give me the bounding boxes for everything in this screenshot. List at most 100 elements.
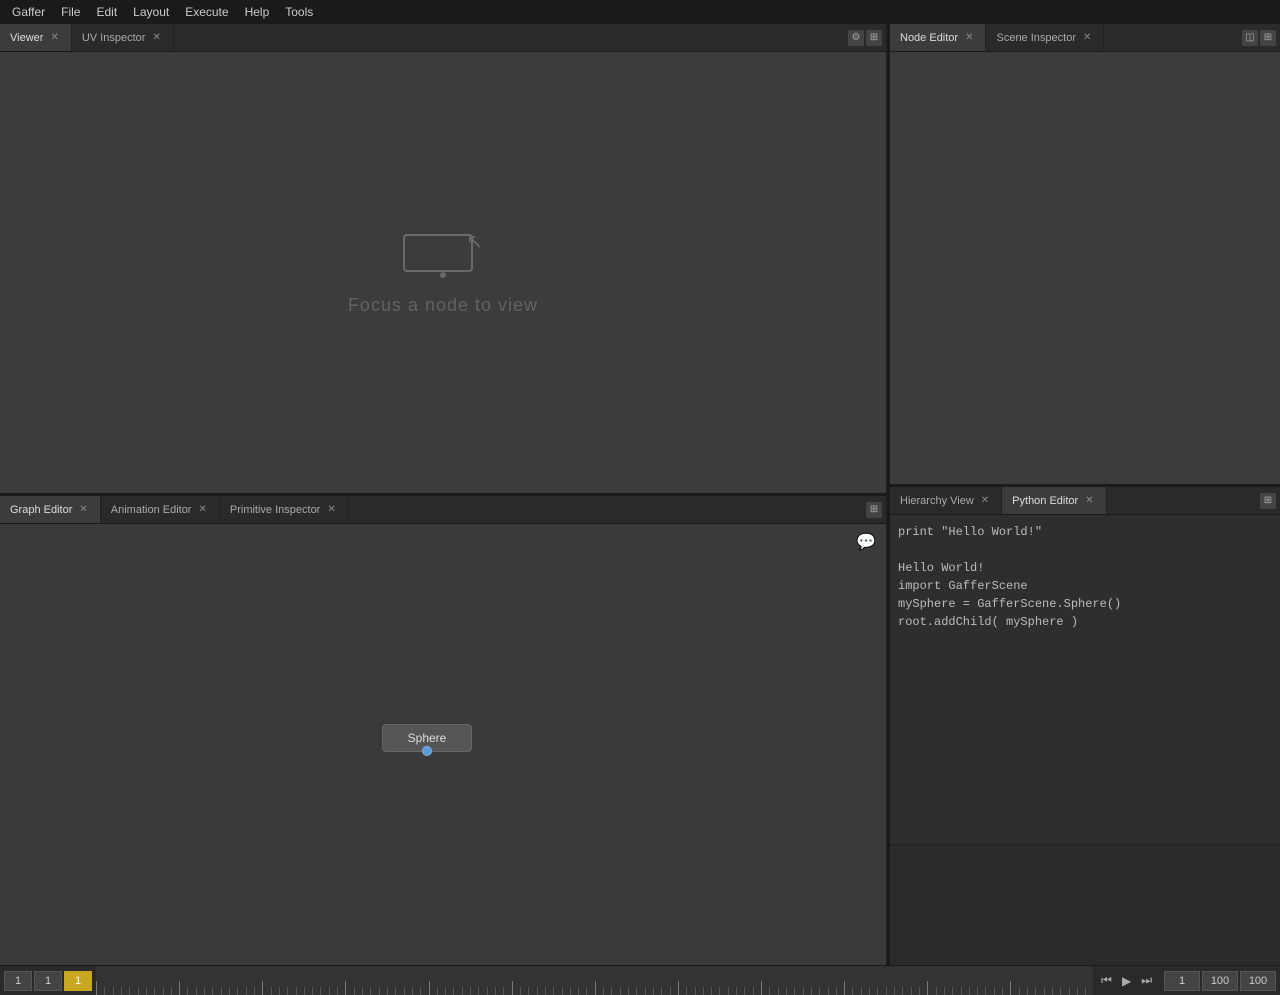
graph-tab-bar: Graph Editor ✕ Animation Editor ✕ Primit… xyxy=(0,496,886,524)
ruler-tick xyxy=(445,987,453,995)
ruler-tick xyxy=(420,987,428,995)
tab-viewer[interactable]: Viewer ✕ xyxy=(0,24,72,51)
graph-tab-actions: ⊞ xyxy=(862,496,886,523)
tab-primitive-inspector[interactable]: Primitive Inspector ✕ xyxy=(220,496,349,523)
ruler-tick xyxy=(994,987,1002,995)
ruler-tick xyxy=(104,987,112,995)
menu-gaffer[interactable]: Gaffer xyxy=(4,3,53,21)
viewer-settings-btn[interactable]: ⚙ xyxy=(848,30,864,46)
ruler-tick xyxy=(1019,987,1027,995)
ruler-tick xyxy=(512,981,520,995)
viewer-icon-dot xyxy=(440,272,446,278)
animation-editor-close[interactable]: ✕ xyxy=(196,503,208,516)
viewer-placeholder: ↖ Focus a node to view xyxy=(348,229,538,316)
tab-spacer-graph xyxy=(349,496,862,523)
viewer-tab-close[interactable]: ✕ xyxy=(48,31,60,44)
tab-uv-inspector[interactable]: UV Inspector ✕ xyxy=(72,24,174,51)
right-pane: Node Editor ✕ Scene Inspector ✕ ◫ ⊞ xyxy=(890,24,1280,965)
timeline-out-box[interactable]: 100 xyxy=(1240,971,1276,991)
timeline-start-box[interactable]: 1 xyxy=(4,971,32,991)
ruler-tick xyxy=(1069,987,1077,995)
ruler-tick xyxy=(819,987,827,995)
menu-edit[interactable]: Edit xyxy=(88,3,125,21)
graph-editor-label: Graph Editor xyxy=(10,504,72,516)
hierarchy-view-label: Hierarchy View xyxy=(900,495,974,507)
python-layout-btn[interactable]: ⊞ xyxy=(1260,493,1276,509)
viewer-tab-bar: Viewer ✕ UV Inspector ✕ ⚙ ⊞ xyxy=(0,24,886,52)
ruler-tick xyxy=(1035,987,1043,995)
prev-frame-btn[interactable]: ⏮ xyxy=(1097,971,1116,990)
ruler-tick xyxy=(744,987,752,995)
tab-node-editor[interactable]: Node Editor ✕ xyxy=(890,24,986,51)
node-output-port[interactable] xyxy=(422,746,432,756)
tab-graph-editor[interactable]: Graph Editor ✕ xyxy=(0,496,101,523)
ruler-tick xyxy=(196,987,204,995)
ruler-tick xyxy=(187,987,195,995)
focus-text: Focus a node to view xyxy=(348,295,538,316)
ruler-tick xyxy=(1077,987,1085,995)
node-editor-pin-btn[interactable]: ◫ xyxy=(1242,30,1258,46)
viewer-tab-label: Viewer xyxy=(10,32,43,44)
tab-hierarchy-view[interactable]: Hierarchy View ✕ xyxy=(890,487,1002,514)
right-bottom-area: Hierarchy View ✕ Python Editor ✕ ⊞ print… xyxy=(890,487,1280,965)
ruler-tick xyxy=(462,987,470,995)
graph-layout-btn[interactable]: ⊞ xyxy=(866,502,882,518)
ruler-ticks xyxy=(96,966,1093,995)
python-editor-content[interactable]: print "Hello World!" Hello World! import… xyxy=(890,515,1280,845)
graph-editor-area[interactable]: 💬 Sphere xyxy=(0,524,886,965)
graph-editor-close[interactable]: ✕ xyxy=(77,503,89,516)
menu-layout[interactable]: Layout xyxy=(125,3,177,21)
ruler-tick xyxy=(138,987,146,995)
ruler-tick xyxy=(212,987,220,995)
hierarchy-view-close[interactable]: ✕ xyxy=(979,494,991,507)
ruler-tick xyxy=(246,987,254,995)
tab-python-editor[interactable]: Python Editor ✕ xyxy=(1002,487,1106,514)
menu-file[interactable]: File xyxy=(53,3,88,21)
timeline-end-box[interactable]: 100 xyxy=(1202,971,1238,991)
menu-tools[interactable]: Tools xyxy=(277,3,321,21)
ruler-tick xyxy=(345,981,353,995)
ruler-tick xyxy=(695,987,703,995)
ruler-tick xyxy=(844,981,852,995)
ruler-tick xyxy=(304,987,312,995)
tab-scene-inspector[interactable]: Scene Inspector ✕ xyxy=(986,24,1104,51)
python-tab-actions: ⊞ xyxy=(1256,487,1280,514)
ruler-tick xyxy=(503,987,511,995)
viewer-layout-btn[interactable]: ⊞ xyxy=(866,30,882,46)
scene-inspector-close[interactable]: ✕ xyxy=(1081,31,1093,44)
ruler-tick xyxy=(786,987,794,995)
menu-execute[interactable]: Execute xyxy=(177,3,236,21)
python-editor-close[interactable]: ✕ xyxy=(1083,494,1095,507)
play-btn[interactable]: ▶ xyxy=(1118,972,1135,990)
ruler-tick xyxy=(902,987,910,995)
uv-tab-close[interactable]: ✕ xyxy=(150,31,162,44)
next-frame-btn[interactable]: ⏭ xyxy=(1137,971,1156,990)
right-top-area: Node Editor ✕ Scene Inspector ✕ ◫ ⊞ xyxy=(890,24,1280,484)
ruler-tick xyxy=(670,987,678,995)
timeline-end-numbers: 1 100 100 xyxy=(1160,971,1280,991)
graph-node-sphere[interactable]: Sphere xyxy=(382,724,472,752)
node-editor-close[interactable]: ✕ xyxy=(963,31,975,44)
timeline-in-box[interactable]: 1 xyxy=(1164,971,1200,991)
node-editor-layout-btn[interactable]: ⊞ xyxy=(1260,30,1276,46)
ruler-tick xyxy=(354,987,362,995)
ruler-tick xyxy=(927,981,935,995)
ruler-tick xyxy=(711,987,719,995)
ruler-tick xyxy=(1027,987,1035,995)
timeline-ruler[interactable] xyxy=(96,966,1093,995)
ruler-tick xyxy=(877,987,885,995)
ruler-tick xyxy=(553,987,561,995)
node-editor-tab-bar: Node Editor ✕ Scene Inspector ✕ ◫ ⊞ xyxy=(890,24,1280,52)
ruler-tick xyxy=(894,987,902,995)
primitive-inspector-close[interactable]: ✕ xyxy=(325,503,337,516)
ruler-tick xyxy=(271,987,279,995)
timeline-current-box[interactable]: 1 xyxy=(34,971,62,991)
scene-inspector-label: Scene Inspector xyxy=(996,32,1076,44)
menu-help[interactable]: Help xyxy=(237,3,278,21)
timeline-highlight-box[interactable]: 1 xyxy=(64,971,92,991)
ruler-tick xyxy=(312,987,320,995)
ruler-tick xyxy=(96,981,104,995)
ruler-tick xyxy=(769,987,777,995)
tab-animation-editor[interactable]: Animation Editor ✕ xyxy=(101,496,220,523)
viewer-icon: ↖ xyxy=(403,229,483,279)
